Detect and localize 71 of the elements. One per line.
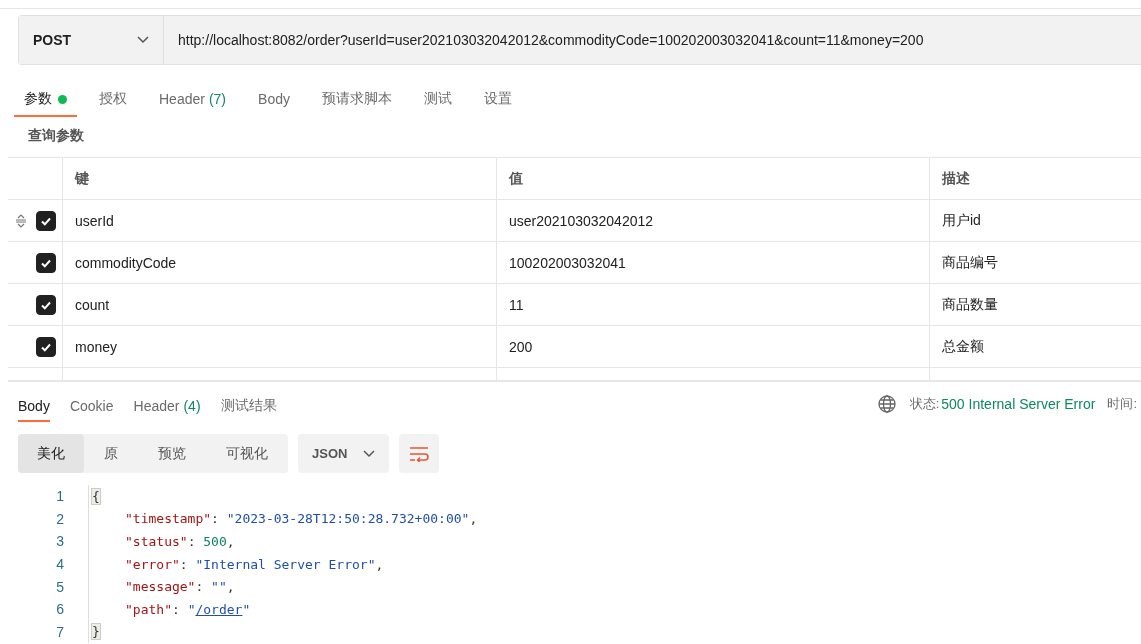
checkbox[interactable] bbox=[36, 210, 56, 231]
checkbox[interactable] bbox=[36, 336, 56, 357]
param-description[interactable]: 用户id bbox=[930, 200, 1141, 241]
param-description[interactable]: 商品数量 bbox=[930, 284, 1141, 325]
line-number: 7 bbox=[55, 623, 65, 640]
status-value: 500 Internal Server Error bbox=[941, 396, 1096, 412]
json-link[interactable]: /order bbox=[195, 601, 243, 617]
json-punctuation: : bbox=[171, 601, 181, 617]
response-tab[interactable]: Cookie bbox=[69, 392, 114, 422]
param-key[interactable]: userId bbox=[63, 200, 497, 241]
json-key: "status" bbox=[125, 534, 188, 549]
param-key[interactable]: commodityCode bbox=[63, 242, 497, 283]
request-tab[interactable]: 测试 bbox=[413, 83, 462, 117]
format-dropdown[interactable]: JSON bbox=[298, 434, 390, 473]
json-brace: } bbox=[91, 623, 101, 641]
chevron-down-icon bbox=[363, 449, 376, 458]
json-key: "timestamp" bbox=[125, 511, 212, 527]
json-string: " bbox=[242, 601, 251, 617]
json-punctuation: : bbox=[187, 534, 197, 549]
json-punctuation: , bbox=[226, 534, 235, 549]
json-brace: { bbox=[91, 487, 101, 505]
param-description[interactable]: 商品编号 bbox=[930, 242, 1141, 283]
json-punctuation: : bbox=[179, 556, 189, 572]
param-value[interactable]: 11 bbox=[497, 284, 930, 325]
response-tab[interactable]: Body bbox=[18, 392, 50, 422]
param-value[interactable]: 100202003032041 bbox=[497, 242, 930, 283]
wrap-lines-icon bbox=[409, 445, 430, 462]
param-description[interactable]: 总金额 bbox=[930, 326, 1141, 367]
json-string: "Internal Server Error" bbox=[195, 556, 376, 572]
time-label: 时间: bbox=[1107, 395, 1137, 413]
request-tab[interactable]: 设置 bbox=[473, 83, 522, 117]
json-punctuation: , bbox=[469, 511, 478, 527]
globe-icon[interactable] bbox=[877, 395, 896, 413]
line-number: 1 bbox=[55, 488, 65, 505]
request-tab[interactable]: 参数 bbox=[14, 83, 77, 117]
json-key: "path" bbox=[125, 601, 172, 617]
json-number: 500 bbox=[203, 534, 227, 549]
line-number: 5 bbox=[55, 578, 65, 595]
request-tab[interactable]: 预请求脚本 bbox=[311, 83, 402, 117]
view-mode-button[interactable]: 美化 bbox=[18, 434, 84, 473]
response-tab[interactable]: Header (4) bbox=[133, 392, 201, 422]
column-header: 描述 bbox=[941, 168, 971, 188]
json-key: "error" bbox=[125, 556, 180, 572]
checkbox[interactable] bbox=[36, 294, 56, 315]
request-tab[interactable]: 授权 bbox=[89, 83, 137, 117]
param-value[interactable]: 200 bbox=[497, 326, 930, 367]
json-punctuation: , bbox=[375, 556, 384, 572]
param-value[interactable]: user202103032042012 bbox=[497, 200, 930, 241]
wrap-button[interactable] bbox=[399, 434, 440, 473]
line-number: 4 bbox=[55, 556, 65, 573]
request-tab[interactable]: Header (7) bbox=[149, 83, 237, 117]
line-number: 3 bbox=[55, 533, 65, 550]
json-string: "2023-03-28T12:50:28.732+00:00" bbox=[226, 511, 470, 527]
request-tab[interactable]: Body bbox=[248, 83, 300, 117]
json-string: " bbox=[187, 601, 196, 617]
column-header: 键 bbox=[63, 158, 497, 199]
json-punctuation: : bbox=[211, 511, 220, 527]
line-number: 6 bbox=[55, 601, 65, 618]
json-key: "message" bbox=[125, 579, 196, 595]
line-number: 2 bbox=[55, 510, 65, 527]
param-key[interactable]: money bbox=[63, 326, 497, 367]
json-string: "" bbox=[211, 579, 227, 595]
status-label: 状态: bbox=[909, 395, 940, 413]
response-tab[interactable]: 测试结果 bbox=[220, 392, 277, 422]
section-title: 查询参数 bbox=[28, 127, 85, 145]
json-punctuation: , bbox=[226, 579, 235, 595]
column-header: 值 bbox=[497, 158, 930, 199]
param-key[interactable]: count bbox=[63, 284, 497, 325]
drag-handle-icon[interactable] bbox=[14, 213, 28, 228]
json-punctuation: : bbox=[195, 579, 205, 595]
checkbox[interactable] bbox=[36, 252, 56, 273]
